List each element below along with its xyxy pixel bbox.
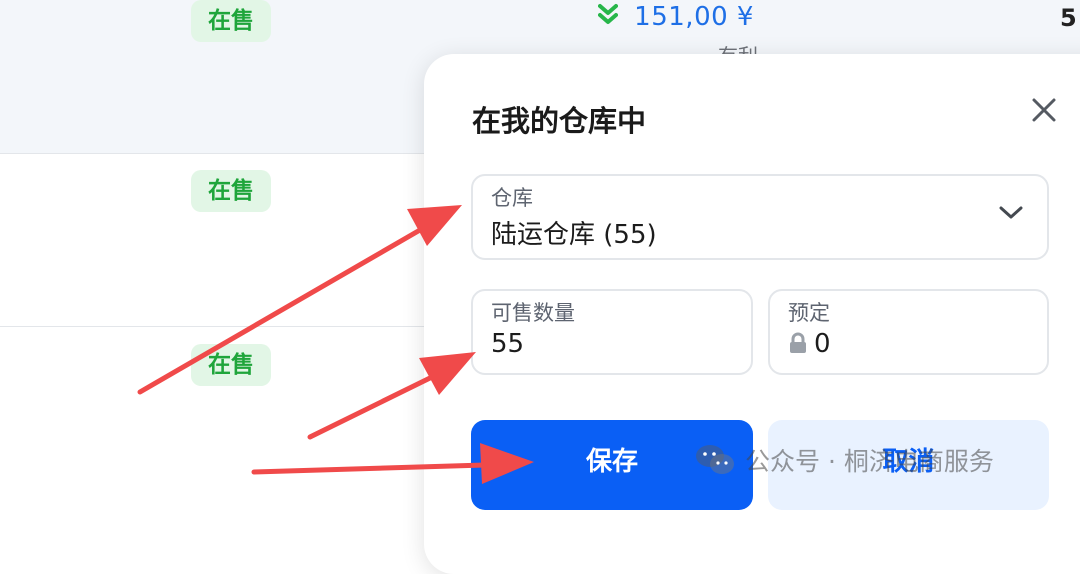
reserved-value-wrap: 0 bbox=[788, 329, 831, 359]
reserved-field: 预定 0 bbox=[768, 289, 1049, 375]
watermark: 公众号 · 桐济电商服务 bbox=[695, 440, 994, 480]
reserved-value: 0 bbox=[814, 329, 831, 359]
status-badge: 在售 bbox=[191, 170, 271, 212]
chevron-down-icon bbox=[999, 206, 1023, 219]
warehouse-label: 仓库 bbox=[491, 186, 533, 210]
warehouse-value: 陆运仓库 (55) bbox=[491, 220, 657, 250]
watermark-text: 公众号 · 桐济电商服务 bbox=[745, 447, 994, 476]
status-badge: 在售 bbox=[191, 344, 271, 386]
close-icon bbox=[1032, 98, 1056, 122]
status-badge: 在售 bbox=[191, 0, 271, 42]
warehouse-dialog: 在我的仓库中 仓库 陆运仓库 (55) 可售数量 55 预定 0 保存 取消 bbox=[424, 54, 1080, 574]
available-qty-label: 可售数量 bbox=[491, 301, 575, 325]
edge-value: 5 bbox=[1060, 4, 1077, 32]
reserved-label: 预定 bbox=[788, 301, 830, 325]
wechat-icon bbox=[696, 445, 734, 474]
available-qty-value: 55 bbox=[491, 329, 525, 359]
warehouse-select[interactable]: 仓库 陆运仓库 (55) bbox=[471, 174, 1049, 260]
price-cell: 151,00 ¥ bbox=[598, 2, 754, 32]
lock-icon bbox=[790, 332, 806, 353]
dialog-title: 在我的仓库中 bbox=[472, 104, 647, 138]
close-button[interactable] bbox=[1022, 88, 1066, 132]
chevrons-down-icon bbox=[598, 4, 626, 31]
price-value: 151,00 ¥ bbox=[634, 2, 754, 32]
available-qty-field[interactable]: 可售数量 55 bbox=[471, 289, 753, 375]
